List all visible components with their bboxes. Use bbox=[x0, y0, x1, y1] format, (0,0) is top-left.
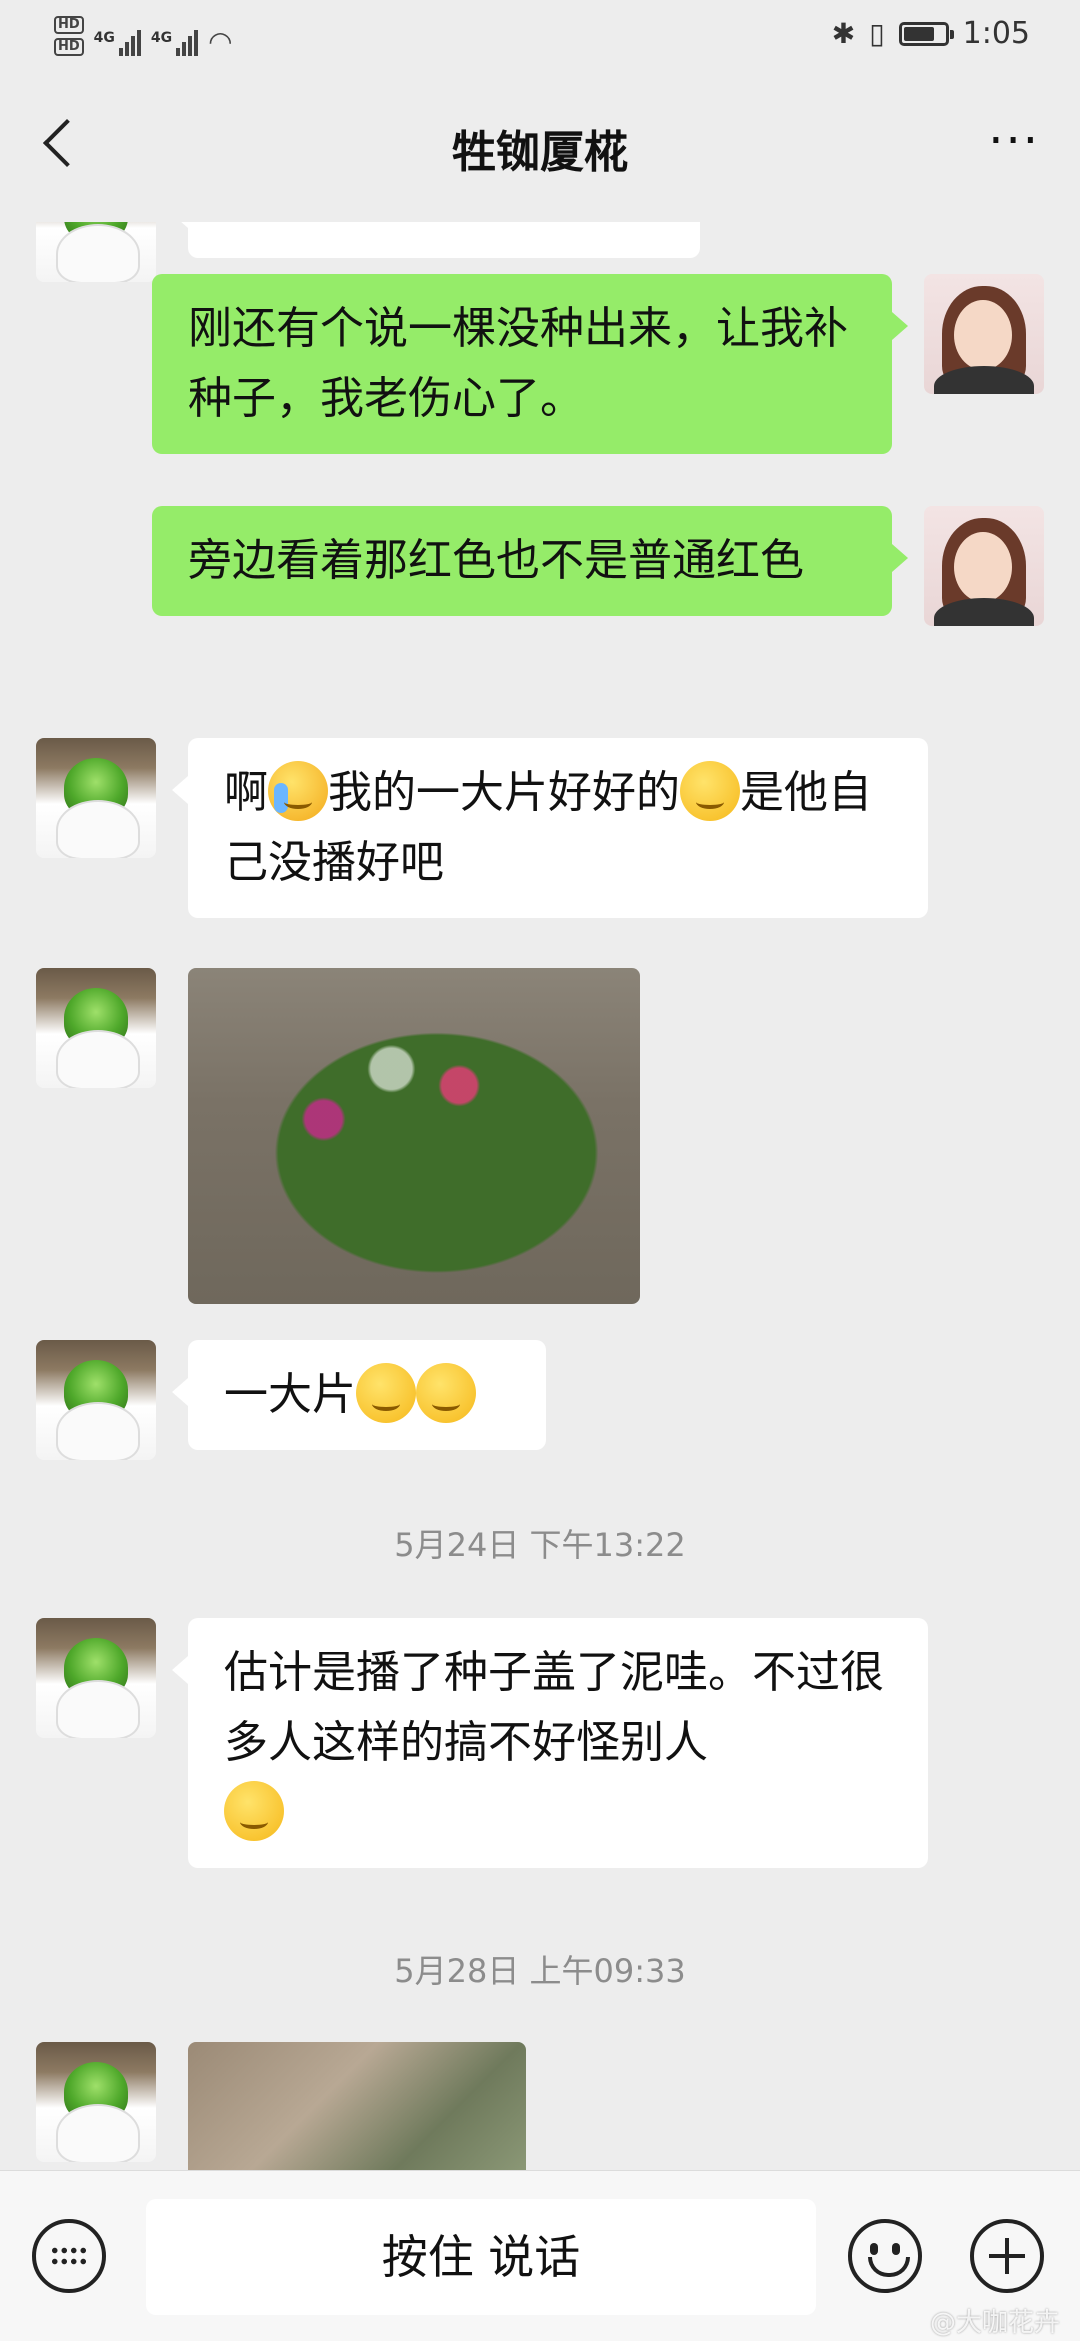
message-text: 刚还有个说一棵没种出来，让我补种子，我老伤心了。 bbox=[188, 303, 848, 424]
hd-indicators: HD HD bbox=[54, 16, 84, 56]
thinking-emoji-icon bbox=[224, 1781, 284, 1841]
message-text: 旁边看着那红色也不是普通红色 bbox=[188, 535, 804, 586]
input-bar: 按住 说话 bbox=[0, 2170, 1080, 2341]
message-bubble-in[interactable]: 一大片 bbox=[172, 1340, 546, 1450]
keyboard-icon[interactable] bbox=[32, 2219, 106, 2293]
my-avatar[interactable] bbox=[924, 274, 1044, 394]
my-avatar[interactable] bbox=[924, 506, 1044, 626]
message-bubble-in[interactable]: 估计是播了种子盖了泥哇。不过很多人这样的搞不好怪别人 bbox=[172, 1618, 928, 1868]
thinking-emoji-icon bbox=[356, 1363, 416, 1423]
status-time: 1:05 bbox=[962, 16, 1030, 51]
message-bubble-partial bbox=[172, 222, 700, 258]
message-bubble-in[interactable]: 啊我的一大片好好的 是他自己没播好吧 bbox=[172, 738, 928, 918]
hd-badge: HD bbox=[54, 16, 84, 34]
plus-icon[interactable] bbox=[970, 2219, 1044, 2293]
message-bubble-out[interactable]: 旁边看着那红色也不是普通红色 bbox=[152, 506, 908, 616]
battery-icon bbox=[898, 21, 954, 46]
message-text: 我的一大片好好的 bbox=[328, 767, 680, 818]
contact-avatar[interactable] bbox=[36, 222, 156, 282]
contact-avatar[interactable] bbox=[36, 968, 156, 1088]
message-bubble-out[interactable]: 刚还有个说一棵没种出来，让我补种子，我老伤心了。 bbox=[152, 274, 908, 454]
watermark: @大咖花卉 bbox=[929, 2308, 1060, 2338]
message-timestamp: 5月24日 下午13:22 bbox=[394, 1526, 686, 1564]
status-left: HD HD 4G 4G ◠ bbox=[54, 16, 233, 56]
thinking-emoji-icon bbox=[680, 761, 740, 821]
wifi-icon: ◠ bbox=[208, 25, 233, 58]
contact-avatar[interactable] bbox=[36, 2042, 156, 2162]
message-text: 一大片 bbox=[224, 1369, 356, 1420]
bluetooth-icon: ✱ bbox=[831, 17, 856, 50]
crying-emoji-icon bbox=[268, 761, 328, 821]
chat-message-list[interactable]: 刚还有个说一棵没种出来，让我补种子，我老伤心了。 旁边看着那红色也不是普通红色 … bbox=[0, 222, 1080, 2170]
thinking-emoji-icon bbox=[416, 1363, 476, 1423]
message-timestamp: 5月28日 上午09:33 bbox=[394, 1952, 686, 1990]
contact-avatar[interactable] bbox=[36, 1340, 156, 1460]
chat-title: 牲铷厦椛 bbox=[452, 127, 628, 178]
hd-badge: HD bbox=[54, 38, 84, 56]
contact-avatar[interactable] bbox=[36, 1618, 156, 1738]
hold-to-talk-button[interactable]: 按住 说话 bbox=[146, 2199, 816, 2315]
status-bar: HD HD 4G 4G ◠ ✱ ▯ 1:05 bbox=[0, 0, 1080, 70]
signal-icon: 4G bbox=[151, 30, 199, 56]
plant-photo[interactable] bbox=[188, 2042, 526, 2170]
contact-avatar[interactable] bbox=[36, 738, 156, 858]
emoji-icon[interactable] bbox=[848, 2219, 922, 2293]
message-text: 估计是播了种子盖了泥哇。不过很多人这样的搞不好怪别人 bbox=[224, 1647, 884, 1768]
signal-icon: 4G bbox=[94, 30, 141, 56]
vibrate-icon: ▯ bbox=[869, 17, 885, 50]
more-options-icon[interactable]: ··· bbox=[988, 117, 1040, 165]
chat-header: 牲铷厦椛 ··· bbox=[0, 70, 1080, 222]
status-right: ✱ ▯ 1:05 bbox=[832, 16, 1030, 51]
flower-bed-photo[interactable] bbox=[188, 968, 640, 1304]
message-text: 啊 bbox=[224, 767, 268, 818]
